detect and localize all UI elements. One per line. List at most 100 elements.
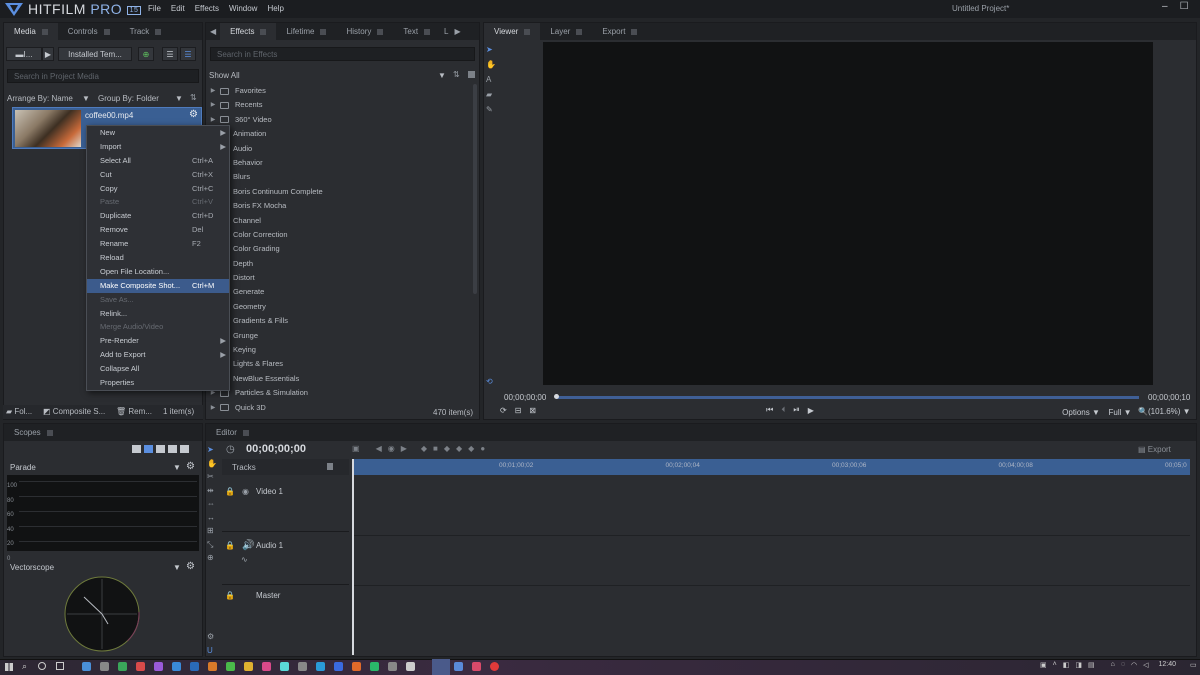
layout-grid-icon[interactable] [180,445,189,453]
tray-icon[interactable]: ▤ [1088,661,1095,669]
tray-icon[interactable]: ◨ [1075,661,1082,669]
step-back-icon[interactable]: ⏴ [781,405,785,415]
effects-category[interactable]: ▶ Favorites [206,84,476,98]
tab-text[interactable]: Text [393,23,440,40]
tray-icon[interactable]: ◧ [1063,661,1070,669]
track-add-icon[interactable]: ⊕ [207,551,217,565]
hand-tool-icon[interactable]: ✋ [207,457,217,471]
visibility-icon[interactable]: ◉ [242,487,249,496]
prev-keyframe-icon[interactable]: ◀ [376,444,382,453]
tab-viewer[interactable]: Viewer [484,23,541,40]
app-icon[interactable] [388,662,397,671]
media-search-input[interactable]: Search in Project Media [7,69,199,83]
play-pause-icon[interactable]: ⏯ [793,405,799,415]
viewer-options-select[interactable]: Options ▼ [1060,405,1102,419]
tray-icon[interactable]: ◌ [1121,661,1125,669]
group-by-select[interactable]: Group By: Folder ▼ [98,94,184,103]
razor-tool-icon[interactable]: ✂ [207,470,217,484]
viewer-scrubber[interactable] [556,396,1139,399]
app-icon[interactable] [190,662,199,671]
tab-more[interactable]: L ▶ [440,23,465,40]
app-icon[interactable] [172,662,181,671]
app-icon[interactable] [154,662,163,671]
expand-arrow-icon[interactable]: ▶ [206,84,220,98]
effects-category[interactable]: NewBlue Essentials [206,372,476,386]
effects-category[interactable]: Lights & Flares [206,357,476,371]
zoom-select[interactable]: 🔍(101.6%) ▼ [1138,407,1191,416]
context-menu-item[interactable]: Reload [87,251,229,265]
tab-lifetime[interactable]: Lifetime [276,23,336,40]
effects-filter-select[interactable]: Show All ▼ [209,71,447,80]
select-tool-icon[interactable]: ➤ [207,443,217,457]
sort-icon[interactable]: ⇅ [453,70,460,79]
effects-category[interactable]: Boris Continuum Complete [206,185,476,199]
tab-export[interactable]: Export [592,23,647,40]
context-menu-item[interactable]: Add to Export ▶ [87,348,229,362]
composite-shot-button[interactable]: ◩ Composite S... [43,407,105,416]
effects-category[interactable]: ▶ Recents [206,98,476,112]
app-icon[interactable] [334,662,343,671]
parade-select[interactable]: Parade ▼ [10,463,182,472]
diamond-icon[interactable]: ◆ [444,444,450,453]
app-icon[interactable] [490,662,499,671]
previous-frame-icon[interactable]: ⏮ [766,405,773,415]
playhead-handle[interactable] [554,394,559,399]
maximize-button[interactable]: ☐ [1180,1,1189,12]
magnet-icon[interactable]: U [207,646,213,655]
snap-icon[interactable]: ⚙ [207,632,214,641]
quality-select[interactable]: Full ▼ [1106,405,1134,419]
hitfilm-taskbar-icon[interactable] [432,659,450,675]
viewer-canvas[interactable] [543,42,1153,385]
context-menu-item[interactable]: Duplicate Ctrl+D [87,209,229,223]
gear-icon[interactable]: ⚙ [186,461,195,472]
effects-category[interactable]: Geometry [206,300,476,314]
context-menu-item[interactable]: Pre-Render ▶ [87,334,229,348]
next-keyframe-icon[interactable]: ▶ [401,444,407,453]
timeline-export-button[interactable]: ▤ Export [1138,445,1171,454]
track-menu-icon[interactable] [327,463,333,470]
text-tool-icon[interactable]: A [486,72,496,87]
app-icon[interactable] [454,662,463,671]
effects-category[interactable]: Grunge [206,329,476,343]
app-icon[interactable] [244,662,253,671]
app-icon[interactable] [370,662,379,671]
layout-single-icon[interactable] [132,445,141,453]
search-icon[interactable]: ⌕ [22,661,27,672]
settings-icon[interactable] [468,71,475,78]
playhead[interactable] [352,459,354,655]
play-icon[interactable]: ▶ [808,406,814,415]
app-icon[interactable] [118,662,127,671]
app-icon[interactable] [82,662,91,671]
context-menu-item[interactable]: New ▶ [87,126,229,140]
task-view-icon[interactable] [56,662,64,670]
speaker-icon[interactable]: 🔊 [242,540,254,551]
context-menu-item[interactable]: Remove Del [87,223,229,237]
tab-media[interactable]: Media [4,23,58,40]
menu-effects[interactable]: Effects [195,4,219,13]
gear-icon[interactable]: ⚙ [186,561,195,572]
import-dropdown-button[interactable]: ▶ [42,47,54,61]
effects-category[interactable]: Channel [206,214,476,228]
effects-scrollbar[interactable] [473,84,477,294]
grid-view-button[interactable]: ☰ [180,47,196,61]
import-button[interactable]: ▬ I... [6,47,42,61]
wifi-icon[interactable]: ◠ [1131,661,1137,669]
effects-category[interactable]: Generate [206,285,476,299]
effects-category[interactable]: Color Correction [206,228,476,242]
tab-layer[interactable]: Layer [540,23,592,40]
gear-icon[interactable]: ⚙ [189,109,198,120]
diamond-icon[interactable]: ◆ [456,444,462,453]
audio-icon[interactable]: ⊠ [529,406,536,415]
waveform-icon[interactable]: ∿ [241,555,248,564]
tab-history[interactable]: History [336,23,393,40]
new-folder-button[interactable]: ▰ Fol... [6,407,32,416]
timeline-track-area[interactable] [354,585,1190,586]
layout-stack-icon[interactable] [168,445,177,453]
remove-button[interactable]: 🗑 Rem... [116,407,152,416]
context-menu-item[interactable]: Open File Location... [87,265,229,279]
new-item-button[interactable]: ⊕ [138,47,154,61]
tray-icon[interactable]: ⌂ [1111,661,1115,669]
hand-tool-icon[interactable]: ✋ [486,57,496,72]
effects-category[interactable]: Animation [206,127,476,141]
app-icon[interactable] [262,662,271,671]
